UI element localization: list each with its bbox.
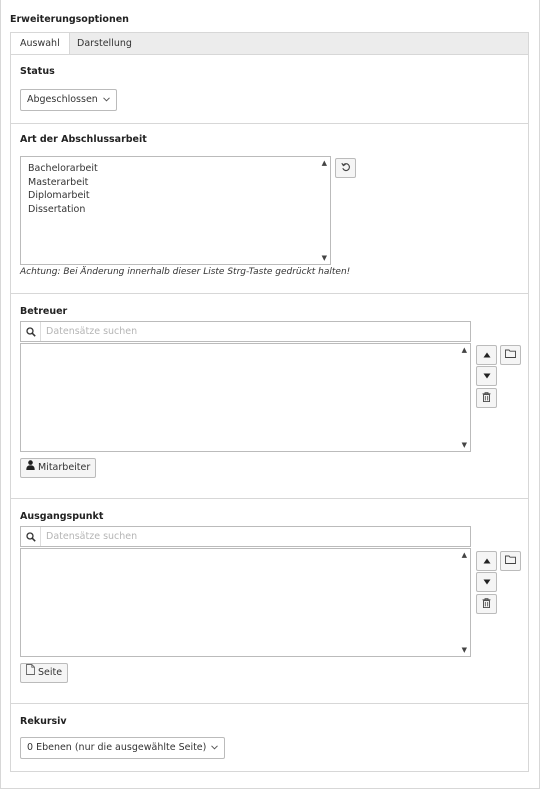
trash-icon	[482, 391, 491, 405]
betreuer-search	[20, 321, 471, 342]
status-select-value: Abgeschlossen	[27, 94, 98, 105]
tab-darstellung[interactable]: Darstellung	[68, 33, 141, 55]
list-item[interactable]: Masterarbeit	[21, 176, 330, 190]
add-seite-label: Seite	[38, 667, 63, 678]
move-up-button[interactable]	[476, 345, 497, 365]
reset-button[interactable]	[335, 158, 356, 178]
rekursiv-label: Rekursiv	[20, 716, 67, 727]
scroll-down-icon[interactable]: ▼	[462, 441, 467, 449]
divider	[11, 498, 528, 499]
move-down-button[interactable]	[476, 572, 497, 592]
triangle-up-icon	[483, 350, 491, 361]
scroll-down-icon[interactable]: ▼	[322, 254, 327, 262]
delete-button[interactable]	[476, 388, 497, 408]
rekursiv-select-value: 0 Ebenen (nur die ausgewählte Seite)	[27, 742, 207, 753]
add-mitarbeiter-button[interactable]: Mitarbeiter	[20, 458, 97, 478]
divider	[11, 703, 528, 704]
chevron-down-icon	[211, 738, 219, 758]
list-item[interactable]: Dissertation	[21, 203, 330, 217]
form-container: Erweiterungsoptionen Auswahl Darstellung…	[0, 0, 540, 789]
betreuer-search-input[interactable]	[42, 322, 470, 341]
ausgangspunkt-label: Ausgangspunkt	[20, 511, 104, 522]
art-label: Art der Abschlussarbeit	[20, 134, 147, 145]
add-mitarbeiter-label: Mitarbeiter	[38, 462, 91, 473]
art-multiselect[interactable]: Bachelorarbeit Masterarbeit Diplomarbeit…	[20, 156, 331, 265]
divider	[11, 123, 528, 124]
triangle-up-icon	[483, 556, 491, 567]
add-seite-button[interactable]: Seite	[20, 663, 69, 683]
folder-icon	[505, 349, 516, 361]
browse-button[interactable]	[500, 551, 521, 571]
scroll-up-icon[interactable]: ▲	[462, 346, 467, 354]
betreuer-list[interactable]: ▲ ▼	[20, 343, 471, 452]
tab-auswahl[interactable]: Auswahl	[11, 33, 70, 56]
status-label: Status	[20, 66, 55, 77]
scroll-down-icon[interactable]: ▼	[462, 646, 467, 654]
delete-button[interactable]	[476, 594, 497, 614]
search-icon	[21, 322, 41, 341]
ausgangspunkt-search-input[interactable]	[42, 527, 470, 546]
section-title: Erweiterungsoptionen	[10, 14, 129, 25]
move-up-button[interactable]	[476, 551, 497, 571]
scroll-up-icon[interactable]: ▲	[462, 551, 467, 559]
tab-bar: Auswahl Darstellung	[10, 32, 529, 56]
triangle-down-icon	[483, 371, 491, 382]
user-icon	[26, 459, 35, 477]
tab-panel-auswahl: Status Abgeschlossen Art der Abschlussar…	[10, 54, 529, 772]
list-item[interactable]: Bachelorarbeit	[21, 162, 330, 176]
chevron-down-icon	[102, 90, 110, 110]
status-select[interactable]: Abgeschlossen	[20, 89, 117, 111]
ausgangspunkt-search	[20, 526, 471, 547]
scroll-up-icon[interactable]: ▲	[322, 159, 327, 167]
trash-icon	[482, 597, 491, 611]
move-down-button[interactable]	[476, 366, 497, 386]
list-item[interactable]: Diplomarbeit	[21, 189, 330, 203]
art-note: Achtung: Bei Änderung innerhalb dieser L…	[20, 267, 351, 277]
divider	[11, 293, 528, 294]
browse-button[interactable]	[500, 345, 521, 365]
triangle-down-icon	[483, 577, 491, 588]
betreuer-label: Betreuer	[20, 306, 68, 317]
page-icon	[26, 664, 35, 682]
ausgangspunkt-list[interactable]: ▲ ▼	[20, 548, 471, 657]
rekursiv-select[interactable]: 0 Ebenen (nur die ausgewählte Seite)	[20, 737, 226, 759]
folder-icon	[505, 555, 516, 567]
undo-icon	[340, 162, 351, 175]
search-icon	[21, 527, 41, 546]
